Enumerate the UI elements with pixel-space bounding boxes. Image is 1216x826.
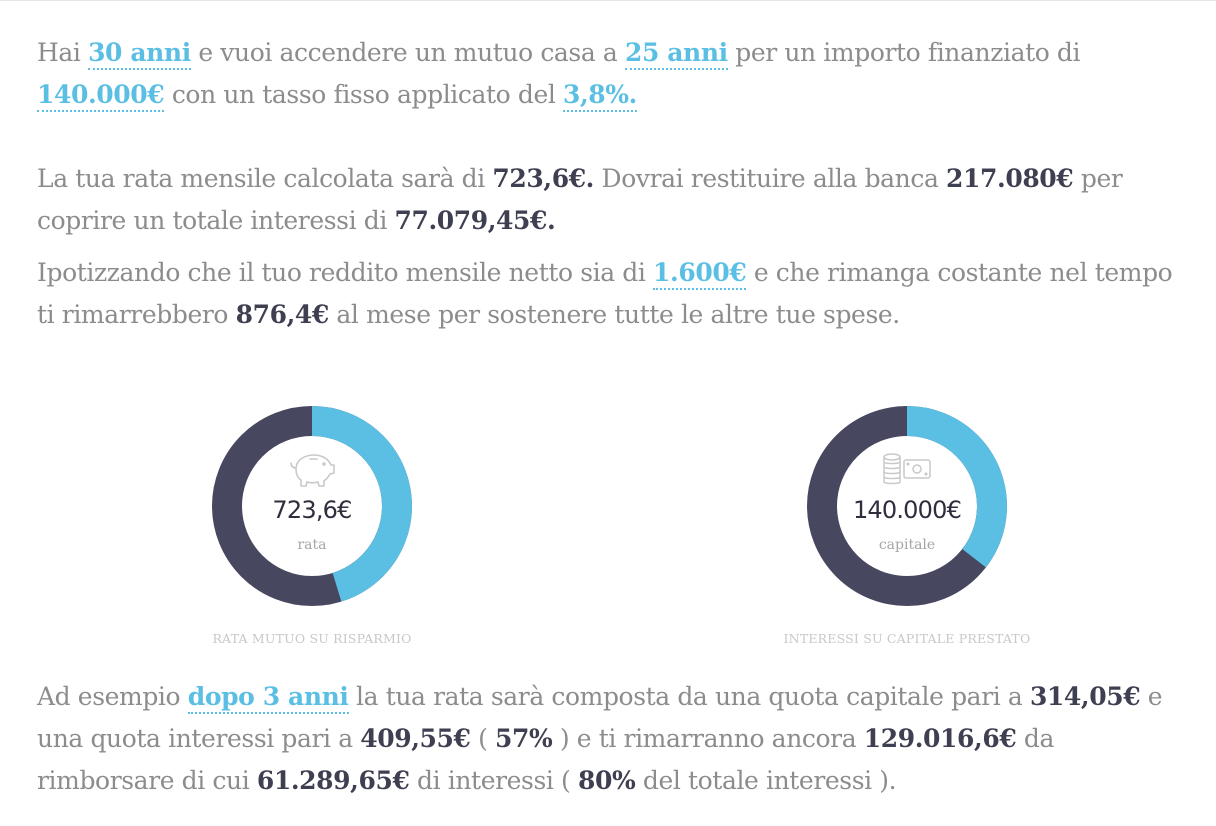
intro-text: Hai [37,38,89,67]
remaining-debt-value: 129.016,6€ [863,724,1017,753]
total-repay-value: 217.080€ [946,164,1074,193]
remaining-income-value: 876,4€ [235,300,330,329]
example-text: di interessi ( [409,766,578,795]
example-paragraph: Ad esempio dopo 3 anni la tua rata sarà … [37,676,1187,802]
summary-text: La tua rata mensile calcolata sarà di [37,164,493,193]
intro-text: e vuoi accendere un mutuo casa a [190,38,625,67]
income-text: al mese per sostenere tutte le altre tue… [328,300,900,329]
capitale-caption: INTERESSI SU CAPITALE PRESTATO [783,631,1031,646]
capitale-value: 140.000€ [852,496,962,524]
income-paragraph: Ipotizzando che il tuo reddito mensile n… [37,252,1187,336]
top-divider [0,0,1216,1]
example-text: ( [470,724,495,753]
interest-pct-value: 57% [494,724,553,753]
rata-label: rata [297,537,327,553]
summary-text: Dovrai restituire alla banca [594,164,947,193]
age-link[interactable]: 30 anni [88,38,191,70]
capitale-label: capitale [878,537,936,553]
interest-ratio-value: 80% [577,766,636,795]
example-text: la tua rata sarà composta da una quota c… [348,682,1030,711]
amount-link[interactable]: 140.000€ [37,80,165,112]
rata-caption: RATA MUTUO SU RISPARMIO [212,631,412,646]
rate-link[interactable]: 3,8%. [563,80,637,112]
duration-link[interactable]: 25 anni [624,38,728,70]
interest-total-value: 77.079,45€. [394,206,556,235]
intro-text: per un importo finanziato di [727,38,1081,67]
rata-value: 723,6€ [272,496,352,524]
example-text: Ad esempio [37,682,188,711]
income-text: Ipotizzando che il tuo reddito mensile n… [37,258,654,287]
remaining-interest-value: 61.289,65€ [256,766,410,795]
monthly-payment-value: 723,6€. [492,164,594,193]
interest-share-value: 409,55€ [360,724,471,753]
summary-paragraph: La tua rata mensile calcolata sarà di 72… [37,158,1187,242]
intro-paragraph: Hai 30 anni e vuoi accendere un mutuo ca… [37,32,1187,116]
after-years-link[interactable]: dopo 3 anni [187,682,349,714]
money-coins-icon [883,453,931,485]
income-link[interactable]: 1.600€ [653,258,747,290]
capital-share-value: 314,05€ [1029,682,1141,711]
example-text: ) e ti rimarranno ancora [552,724,864,753]
example-text: del totale interessi ). [635,766,897,795]
piggy-bank-icon [290,454,335,487]
intro-text: con un tasso fisso applicato del [164,80,563,109]
